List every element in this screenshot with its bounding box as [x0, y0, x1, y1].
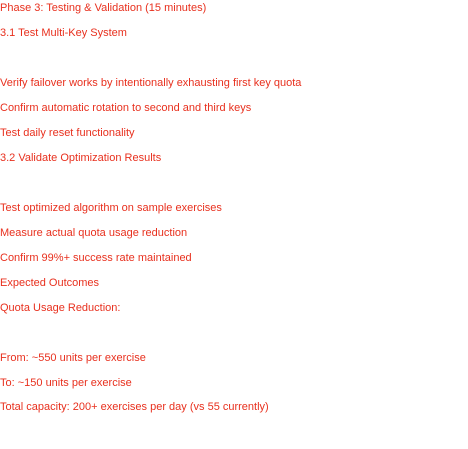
list-item: Test daily reset functionality [0, 127, 135, 139]
phase-heading: Phase 3: Testing & Validation (15 minute… [0, 2, 207, 14]
list-item: Measure actual quota usage reduction [0, 227, 188, 239]
list-item: Confirm 99%+ success rate maintained [0, 252, 192, 264]
list-item: From: ~550 units per exercise [0, 352, 146, 364]
section-heading-validate-optimization: 3.2 Validate Optimization Results [0, 152, 162, 164]
list-item: To: ~150 units per exercise [0, 377, 132, 389]
list-item: Total capacity: 200+ exercises per day (… [0, 401, 269, 413]
outcomes-heading: Expected Outcomes [0, 277, 100, 289]
list-item: Confirm automatic rotation to second and… [0, 102, 252, 114]
list-item: Test optimized algorithm on sample exerc… [0, 202, 222, 214]
list-item: Verify failover works by intentionally e… [0, 77, 302, 89]
outcomes-subheading: Quota Usage Reduction: [0, 302, 121, 314]
section-heading-test-multi-key: 3.1 Test Multi-Key System [0, 27, 127, 39]
